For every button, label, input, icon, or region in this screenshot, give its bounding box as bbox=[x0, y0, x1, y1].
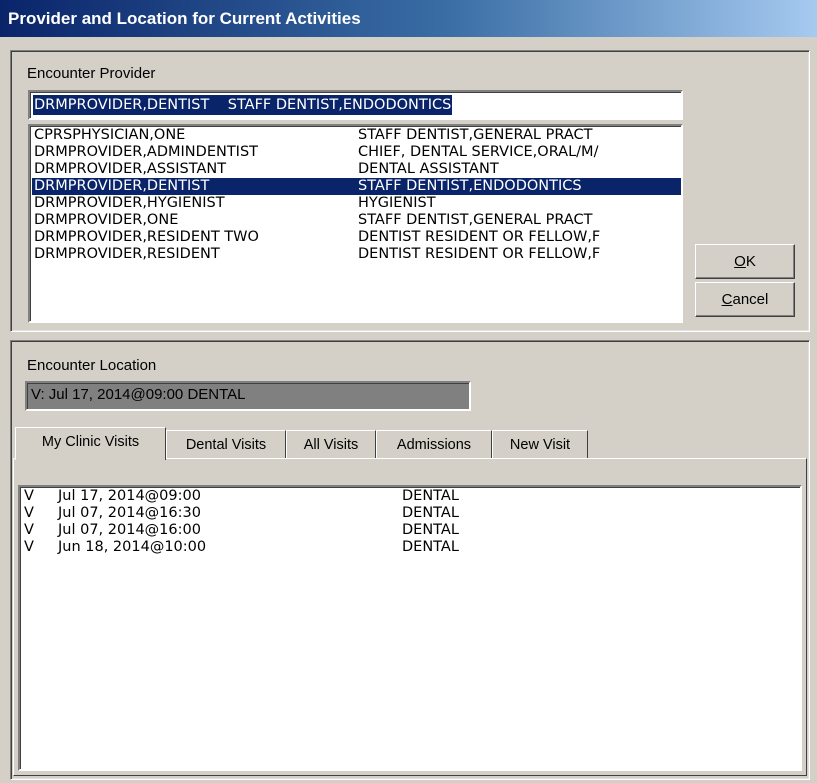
provider-name: DRMPROVIDER,ONE bbox=[34, 212, 179, 228]
tab-admissions[interactable]: Admissions bbox=[376, 430, 492, 458]
provider-list-item[interactable]: DRMPROVIDER,ONE STAFF DENTIST,GENERAL PRA… bbox=[32, 212, 681, 229]
provider-search-value: DRMPROVIDER,DENTIST STAFF DENTIST,ENDODO… bbox=[33, 95, 453, 115]
visit-location: DENTAL bbox=[402, 488, 459, 504]
visit-list-item[interactable]: V Jul 07, 2014@16:00 DENTAL bbox=[24, 522, 804, 539]
tab-my-clinic-visits[interactable]: My Clinic Visits bbox=[15, 427, 166, 460]
location-panel: Encounter Location V: Jul 17, 2014@09:00… bbox=[10, 340, 810, 780]
visit-location: DENTAL bbox=[402, 522, 459, 538]
provider-list-item[interactable]: DRMPROVIDER,HYGIENIST HYGIENIST bbox=[32, 195, 681, 212]
ok-accelerator: O bbox=[734, 253, 746, 270]
provider-name: DRMPROVIDER,RESIDENT bbox=[34, 246, 220, 262]
visit-type: V bbox=[24, 505, 34, 521]
visit-location: DENTAL bbox=[402, 505, 459, 521]
provider-name: DRMPROVIDER,RESIDENT TWO bbox=[34, 229, 259, 245]
provider-list-item[interactable]: DRMPROVIDER,ASSISTANT DENTAL ASSISTANT bbox=[32, 161, 681, 178]
provider-list-item[interactable]: CPRSPHYSICIAN,ONE STAFF DENTIST,GENERAL P… bbox=[32, 127, 681, 144]
visit-location: DENTAL bbox=[402, 539, 459, 555]
ok-label-rest: K bbox=[745, 253, 756, 270]
tab-label: All Visits bbox=[303, 437, 359, 453]
provider-name: DRMPROVIDER,ASSISTANT bbox=[34, 161, 227, 177]
provider-list-item[interactable]: DRMPROVIDER,RESIDENT TWO DENTIST RESIDENT… bbox=[32, 229, 681, 246]
provider-list-item[interactable]: DRMPROVIDER,RESIDENT DENTIST RESIDENT OR … bbox=[32, 246, 681, 263]
visit-type: V bbox=[24, 522, 34, 538]
visits-list[interactable]: V Jul 17, 2014@09:00 DENTAL V Jul 07, 2014@1… bbox=[18, 485, 802, 771]
provider-name: DRMPROVIDER,ADMINDENTIST bbox=[34, 144, 259, 160]
ok-button[interactable]: OK bbox=[695, 244, 795, 279]
provider-title: STAFF DENTIST,GENERAL PRACT bbox=[358, 212, 593, 228]
encounter-location-label: Encounter Location bbox=[27, 357, 157, 374]
cancel-accelerator: C bbox=[721, 291, 733, 308]
cancel-button[interactable]: Cancel bbox=[695, 282, 795, 317]
tab-all-visits[interactable]: All Visits bbox=[286, 430, 376, 458]
window-title: Provider and Location for Current Activi… bbox=[8, 9, 361, 28]
encounter-provider-label: Encounter Provider bbox=[27, 65, 156, 82]
provider-title: DENTAL ASSISTANT bbox=[358, 161, 499, 177]
window-title-bar: Provider and Location for Current Activi… bbox=[0, 0, 817, 37]
provider-list-item[interactable]: DRMPROVIDER,DENTIST STAFF DENTIST,ENDODON… bbox=[32, 178, 681, 195]
visit-datetime: Jul 07, 2014@16:30 bbox=[58, 505, 201, 521]
visit-list-item[interactable]: V Jul 17, 2014@09:00 DENTAL bbox=[24, 488, 804, 505]
tab-new-visit[interactable]: New Visit bbox=[492, 430, 588, 458]
provider-title: DENTIST RESIDENT OR FELLOW,F bbox=[358, 229, 601, 245]
visit-type: V bbox=[24, 539, 34, 555]
visit-datetime: Jun 18, 2014@10:00 bbox=[58, 539, 207, 555]
provider-name: DRMPROVIDER,DENTIST bbox=[34, 178, 210, 194]
provider-name: CPRSPHYSICIAN,ONE bbox=[34, 127, 186, 143]
visit-datetime: Jul 07, 2014@16:00 bbox=[58, 522, 201, 538]
provider-title: STAFF DENTIST,ENDODONTICS bbox=[358, 178, 582, 194]
visit-list-item[interactable]: V Jul 07, 2014@16:30 DENTAL bbox=[24, 505, 804, 522]
tab-content-frame: V Jul 17, 2014@09:00 DENTAL V Jul 07, 2014@1… bbox=[13, 458, 807, 776]
tab-label: Dental Visits bbox=[185, 437, 267, 453]
provider-title: DENTIST RESIDENT OR FELLOW,F bbox=[358, 246, 601, 262]
provider-title: STAFF DENTIST,GENERAL PRACT bbox=[358, 127, 593, 143]
visit-datetime: Jul 17, 2014@09:00 bbox=[58, 488, 201, 504]
encounter-location-value: V: Jul 17, 2014@09:00 DENTAL bbox=[31, 386, 246, 403]
tab-label: New Visit bbox=[509, 437, 571, 453]
provider-search-input[interactable]: DRMPROVIDER,DENTIST STAFF DENTIST,ENDODO… bbox=[28, 90, 683, 120]
cancel-label-rest: ancel bbox=[732, 291, 769, 308]
provider-list[interactable]: CPRSPHYSICIAN,ONE STAFF DENTIST,GENERAL P… bbox=[28, 124, 683, 323]
visit-list-item[interactable]: V Jun 18, 2014@10:00 DENTAL bbox=[24, 539, 804, 556]
tab-label: My Clinic Visits bbox=[41, 434, 140, 450]
provider-title: CHIEF, DENTAL SERVICE,ORAL/M/ bbox=[358, 144, 599, 160]
provider-panel: Encounter Provider DRMPROVIDER,DENTIST S… bbox=[10, 50, 810, 332]
tab-dental-visits[interactable]: Dental Visits bbox=[166, 430, 286, 458]
tab-label: Admissions bbox=[396, 437, 472, 453]
provider-name: DRMPROVIDER,HYGIENIST bbox=[34, 195, 225, 211]
provider-title: HYGIENIST bbox=[358, 195, 436, 211]
provider-list-item[interactable]: DRMPROVIDER,ADMINDENTIST CHIEF, DENTAL SE… bbox=[32, 144, 681, 161]
encounter-location-field: V: Jul 17, 2014@09:00 DENTAL bbox=[25, 381, 471, 411]
visit-type: V bbox=[24, 488, 34, 504]
